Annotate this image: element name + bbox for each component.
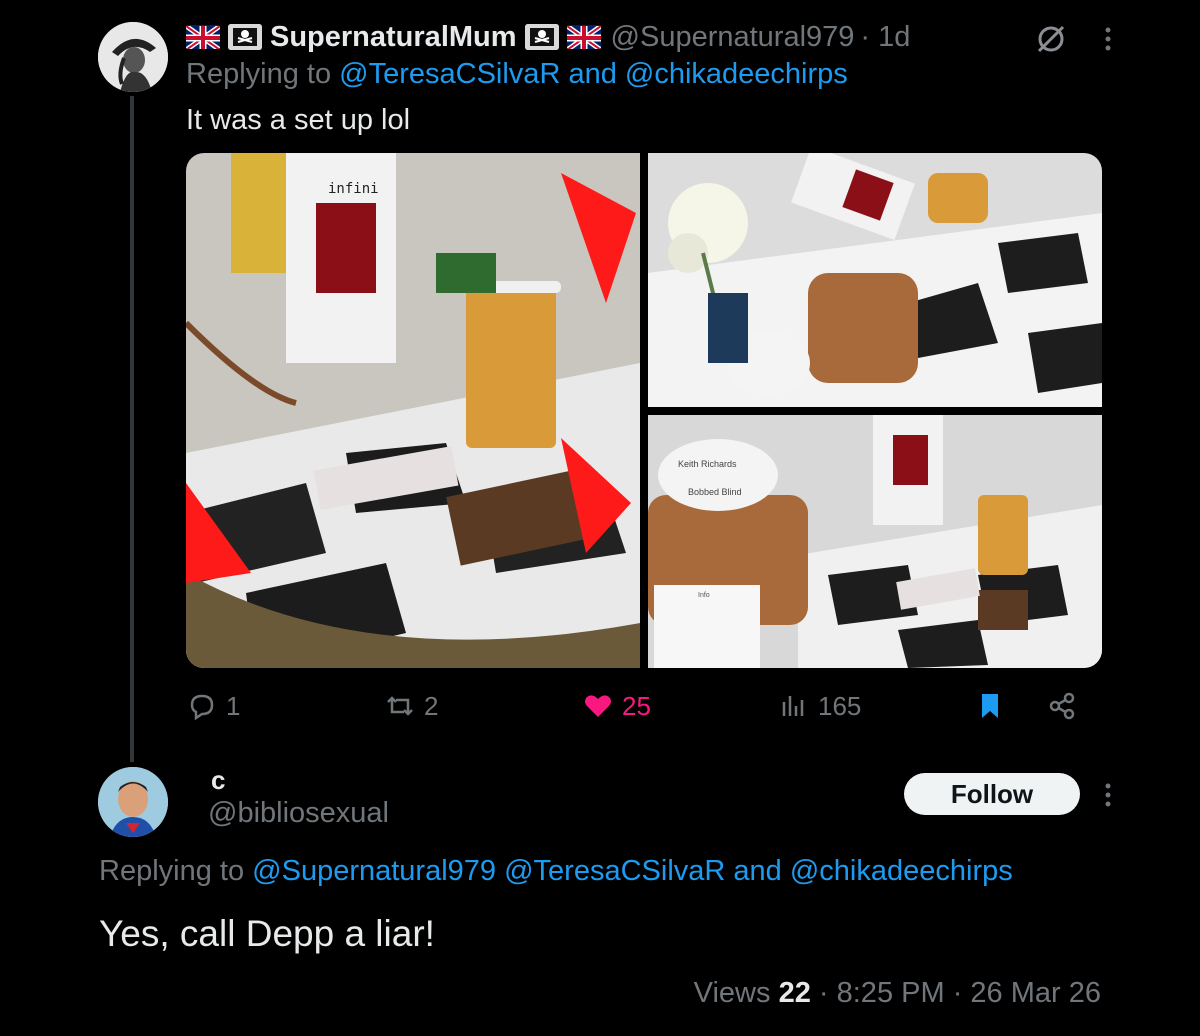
tweet-header: SupernaturalMum @Supernatural979 · 1d xyxy=(186,18,910,56)
views-button[interactable]: 165 xyxy=(778,688,861,724)
tweet-text: It was a set up lol xyxy=(186,104,411,136)
avatar-image xyxy=(98,767,168,837)
reply-count: 1 xyxy=(226,690,241,721)
follow-button[interactable]: Follow xyxy=(904,773,1080,815)
grok-icon[interactable] xyxy=(1034,22,1068,56)
uk-flag-icon xyxy=(566,25,601,49)
avatar[interactable] xyxy=(98,22,168,92)
replying-prefix: Replying to xyxy=(186,58,332,90)
mention-link[interactable]: @Supernatural979 xyxy=(252,855,496,887)
tweet-text: Yes, call Depp a liar! xyxy=(99,913,435,954)
pirate-flag-icon xyxy=(524,24,559,50)
user-handle[interactable]: @bibliosexual xyxy=(208,797,389,830)
thread-connector-line xyxy=(130,96,134,762)
separator: · xyxy=(952,977,963,1009)
mention-link[interactable]: @TeresaCSilvaR xyxy=(339,58,560,90)
svg-text:Info: Info xyxy=(698,592,710,599)
bookmark-icon xyxy=(982,694,998,718)
user-handle[interactable]: @Supernatural979 xyxy=(611,21,855,54)
views-count: 165 xyxy=(818,690,862,721)
views-label: Views xyxy=(693,977,771,1009)
replying-to: Replying to @Supernatural979 @TeresaCSil… xyxy=(99,855,1013,888)
separator: · xyxy=(818,977,829,1009)
replying-to: Replying to @TeresaCSilvaR and @chikadee… xyxy=(186,58,848,91)
repost-count: 2 xyxy=(424,690,439,721)
timestamp[interactable]: 1d xyxy=(878,21,910,54)
mention-link[interactable]: @chikadeechirps xyxy=(625,58,848,90)
mention-link[interactable]: @chikadeechirps xyxy=(790,855,1013,887)
replying-prefix: Replying to xyxy=(99,855,245,887)
uk-flag-icon xyxy=(186,25,220,49)
and-text: and xyxy=(568,58,617,90)
media-grid[interactable]: infini Keith Richards Bobbed Blind Info xyxy=(186,153,1102,668)
share-button[interactable] xyxy=(1046,688,1086,724)
views-count: 22 xyxy=(778,977,811,1009)
mention-link[interactable]: @TeresaCSilvaR xyxy=(504,855,725,887)
date[interactable]: 26 Mar 26 xyxy=(970,977,1101,1009)
repost-icon xyxy=(387,696,413,716)
media-image[interactable]: Keith Richards Bobbed Blind Info xyxy=(648,415,1102,668)
separator: · xyxy=(860,20,871,53)
like-button[interactable]: 25 xyxy=(582,688,651,724)
avatar[interactable] xyxy=(98,767,168,837)
share-icon xyxy=(1049,692,1075,720)
tweet-meta: Views 22 · 8:25 PM · 26 Mar 26 xyxy=(694,977,1101,1010)
avatar-image xyxy=(98,22,168,92)
timestamp[interactable]: 8:25 PM xyxy=(837,977,945,1009)
like-icon xyxy=(585,695,611,717)
views-icon xyxy=(782,696,804,716)
like-count: 25 xyxy=(622,690,651,721)
repost-button[interactable]: 2 xyxy=(384,688,438,724)
more-icon[interactable] xyxy=(1098,780,1118,810)
display-name[interactable]: c xyxy=(211,765,225,796)
svg-text:Keith Richards: Keith Richards xyxy=(678,459,737,469)
tweet-actions: 1 2 25 165 xyxy=(186,688,1086,724)
more-icon[interactable] xyxy=(1098,24,1118,54)
pirate-flag-icon xyxy=(228,24,262,50)
display-name[interactable]: SupernaturalMum xyxy=(270,21,517,54)
media-image[interactable] xyxy=(648,153,1102,407)
svg-text:Bobbed Blind: Bobbed Blind xyxy=(688,487,742,497)
reply-icon xyxy=(190,694,214,721)
bookmark-button[interactable] xyxy=(974,688,1014,724)
svg-text:infini: infini xyxy=(328,181,379,197)
media-image[interactable]: infini xyxy=(186,153,640,668)
reply-button[interactable]: 1 xyxy=(186,688,240,724)
and-text: and xyxy=(733,855,782,887)
